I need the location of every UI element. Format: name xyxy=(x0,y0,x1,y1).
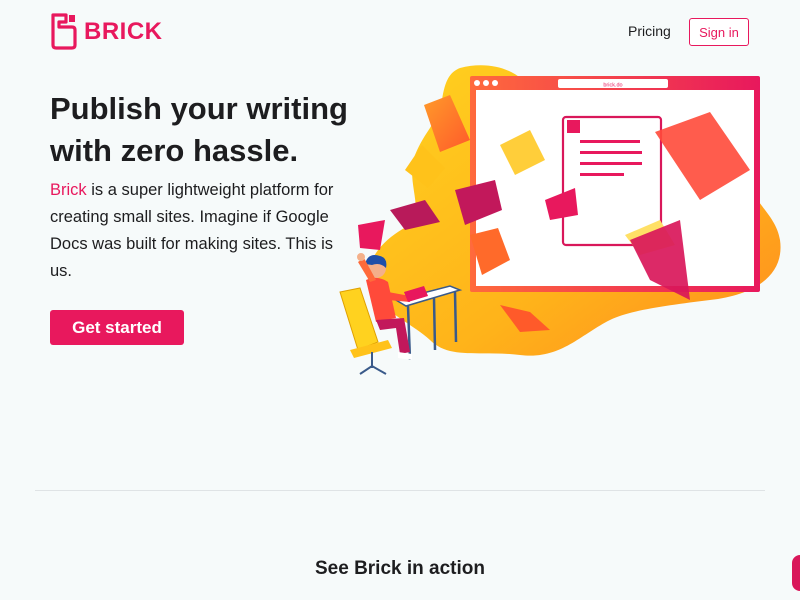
top-navigation: BRICK Pricing Sign in xyxy=(0,0,800,64)
section-divider xyxy=(35,490,765,491)
section-title: See Brick in action xyxy=(314,558,485,579)
brand-logo[interactable]: BRICK xyxy=(50,13,163,50)
signin-button[interactable]: Sign in xyxy=(689,18,749,46)
hero-title: Publish your writing with zero hassle. xyxy=(50,91,348,168)
get-started-button[interactable]: Get started xyxy=(50,310,184,345)
hero-brand-name: Brick xyxy=(50,181,87,199)
person-writing-illustration: brick.do xyxy=(339,65,781,375)
hero-description: Brick is a super lightweight platform fo… xyxy=(50,177,350,285)
browser-url-text: brick.do xyxy=(603,83,622,89)
document-page xyxy=(561,115,663,247)
brand-name: BRICK xyxy=(84,17,163,45)
hero-description-text: is a super lightweight platform for crea… xyxy=(50,181,334,280)
brick-logo-icon xyxy=(51,13,77,50)
chat-widget-button[interactable] xyxy=(792,555,800,591)
nav-pricing-link[interactable]: Pricing xyxy=(628,23,671,39)
